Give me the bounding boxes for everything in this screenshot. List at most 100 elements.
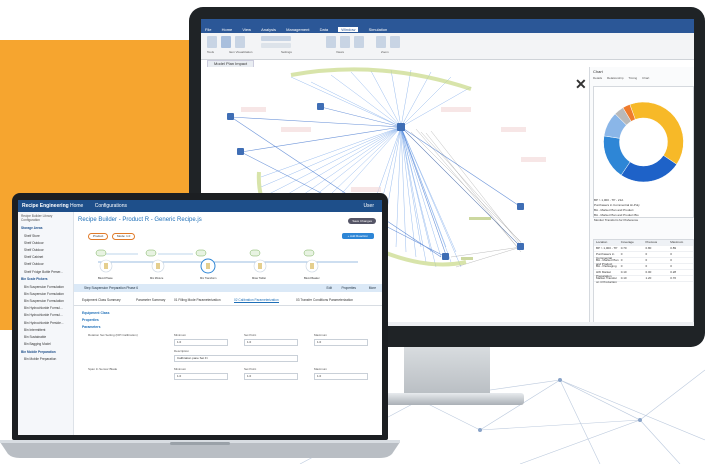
product-pill[interactable]: Product: [88, 233, 109, 240]
section-heading[interactable]: Parameters: [82, 325, 100, 329]
sidebar-header: Recipe Builder Library Configuration: [21, 214, 53, 222]
graph-node[interactable]: [227, 113, 234, 120]
graph-node[interactable]: [442, 253, 449, 260]
description-field[interactable]: Calibration pane Set Fi: [174, 355, 298, 362]
sidebar-item[interactable]: Bin Suspension Formulation: [18, 283, 73, 290]
sidebar-item[interactable]: Bin Bagging Model: [18, 341, 73, 348]
flow-node[interactable]: [303, 249, 319, 273]
ribbon-tab[interactable]: View: [242, 27, 251, 32]
column-label: Set Point: [244, 333, 257, 337]
sidebar-group[interactable]: Bin Mobile Preparation: [18, 348, 73, 356]
donut-slice[interactable]: [629, 101, 684, 165]
toolbar-button[interactable]: [390, 36, 400, 48]
flow-label: Blend Beaker: [304, 276, 320, 280]
sidebar-item[interactable]: Shelf Outdoor: [18, 239, 73, 246]
flow-node[interactable]: [249, 249, 267, 273]
sidebar-item[interactable]: Bin Suspension Formulation: [18, 290, 73, 297]
sidebar-item[interactable]: Shelf Cabinet: [18, 254, 73, 261]
graph-node[interactable]: [237, 148, 244, 155]
ribbon-tab[interactable]: Analysis: [261, 27, 276, 32]
app-logo[interactable]: Recipe Engineering: [22, 203, 69, 209]
panel-tab[interactable]: Timing: [628, 76, 637, 80]
toolbar-button[interactable]: [207, 36, 217, 48]
tab[interactable]: 03 Transfer Conditions Parameterization: [296, 298, 353, 302]
section-heading[interactable]: Properties: [82, 318, 99, 322]
flow-node[interactable]: [145, 249, 165, 273]
step-bar[interactable]: Step Suspension Preparation Phase 6 Edit…: [74, 284, 382, 292]
add-reaction-button[interactable]: + Add Reaction: [341, 233, 374, 239]
sidebar-item[interactable]: Bin Suspension Formulation: [18, 298, 73, 305]
sidebar-item[interactable]: Bin Mobile Preparation: [18, 356, 73, 363]
section-heading[interactable]: Equipment Class: [82, 311, 110, 315]
nav-item[interactable]: Configurations: [95, 203, 127, 209]
sidebar-item[interactable]: Bin Intermittent: [18, 326, 73, 333]
sidebar-item[interactable]: Shelf Outdoor: [18, 261, 73, 268]
panel-tabs: Details Relationship Timing Chart: [593, 76, 653, 80]
column-header[interactable]: Previous: [644, 240, 669, 245]
toolbar-button[interactable]: [235, 36, 245, 48]
minimum-field[interactable]: 1.0: [174, 339, 228, 346]
sidebar-item[interactable]: Bin Sustainable: [18, 333, 73, 340]
sidebar-group[interactable]: Storage Areas: [18, 224, 73, 232]
donut-chart: [603, 101, 684, 183]
panel-tab[interactable]: Chart: [642, 76, 649, 80]
ribbon-tab-active[interactable]: Window: [338, 27, 359, 32]
panel-tab[interactable]: Relationship: [607, 76, 624, 80]
flow-node[interactable]: [95, 249, 113, 273]
setpoint-field[interactable]: 1.0: [244, 339, 298, 346]
properties-button[interactable]: Properties: [341, 286, 356, 290]
edit-button[interactable]: Edit: [327, 286, 333, 290]
column-header[interactable]: Location: [594, 240, 619, 245]
sidebar-item[interactable]: Shelf Store: [18, 232, 73, 239]
ribbon-tab[interactable]: Home: [222, 27, 233, 32]
column-header[interactable]: Maximum: [668, 240, 693, 245]
maximum-field[interactable]: 1.0: [314, 339, 368, 346]
tab-active[interactable]: 02 Calibration Parameterization: [234, 298, 279, 303]
donut-slice[interactable]: [620, 155, 678, 183]
toolbar-button[interactable]: [340, 36, 350, 48]
nav-item[interactable]: Home: [70, 203, 83, 209]
graph-node[interactable]: [517, 243, 524, 250]
sidebar-item[interactable]: Bin Hydrochloride Formul...: [18, 305, 73, 312]
table-cell: 0: [670, 264, 672, 268]
page-title: Recipe Builder - Product R - Generic Rec…: [78, 217, 202, 223]
tab[interactable]: 01 Filling Mode Parameterization: [174, 298, 221, 302]
close-icon[interactable]: ✕: [575, 76, 587, 93]
column-label: Minimum: [174, 333, 187, 337]
legend-item: Monitor Transform for Preference: [594, 218, 639, 222]
sidebar-item[interactable]: Shelf Fridge Bottle Preser...: [18, 268, 73, 275]
toolbar-button[interactable]: [326, 36, 336, 48]
toolbar-button[interactable]: [354, 36, 364, 48]
table-cell: 0: [645, 252, 648, 256]
maximum-field[interactable]: 1.0: [314, 373, 368, 380]
column-header[interactable]: Coverage: [619, 240, 644, 245]
ribbon-tab[interactable]: Data: [320, 27, 328, 32]
toolbar-button[interactable]: [221, 36, 231, 48]
save-button[interactable]: Save Changes: [348, 218, 376, 224]
graph-node[interactable]: [517, 203, 524, 210]
table-row[interactable]: Market Transfer on it Production 0.10 1.20…: [594, 276, 693, 284]
ribbon-tab[interactable]: Management: [286, 27, 309, 32]
more-button[interactable]: More: [369, 286, 376, 290]
toolbar-dropdown[interactable]: [261, 43, 291, 48]
tab[interactable]: Parameter Summary: [136, 298, 165, 302]
ribbon-tab[interactable]: File: [205, 27, 211, 32]
panel-tab[interactable]: Details: [593, 76, 602, 80]
table-cell: Market Transfer on it Production: [596, 276, 618, 284]
graph-node[interactable]: [317, 103, 324, 110]
user-menu[interactable]: User: [363, 203, 374, 209]
flow-node-selected[interactable]: [195, 249, 216, 274]
toolbar-button[interactable]: [376, 36, 386, 48]
graph-node[interactable]: [397, 123, 405, 131]
sidebar-group[interactable]: Bin Scale Pickers: [18, 275, 73, 283]
setpoint-field[interactable]: 1.0: [244, 373, 298, 380]
toolbar-dropdown[interactable]: [261, 36, 291, 41]
sidebar-item[interactable]: Shelf Outdoor: [18, 246, 73, 253]
table-cell: 0.80: [645, 246, 652, 250]
sidebar-item[interactable]: Bin Hydrochloride Formul...: [18, 312, 73, 319]
mode-pill[interactable]: Mode: 1.0: [112, 233, 136, 240]
minimum-field[interactable]: 1.0: [174, 373, 228, 380]
tab[interactable]: Equipment Class Summary: [82, 298, 121, 302]
sidebar-item[interactable]: Bin Hydrochloride Preside...: [18, 319, 73, 326]
ribbon-tab[interactable]: Simulation: [369, 27, 388, 32]
